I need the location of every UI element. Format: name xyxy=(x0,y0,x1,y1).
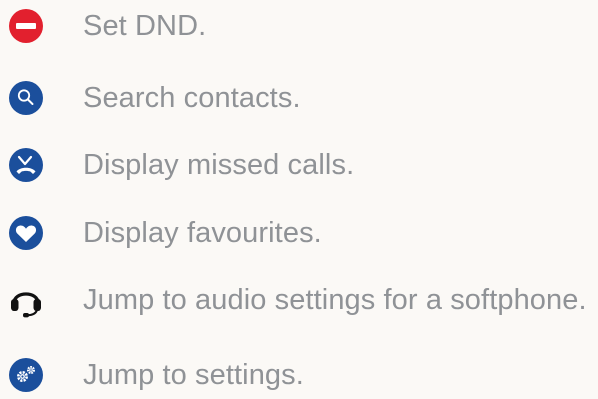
legend-row-search: Search contacts. xyxy=(0,74,598,122)
dnd-icon[interactable] xyxy=(8,8,44,44)
icon-legend: Set DND. Search contacts. Display missed… xyxy=(0,0,598,392)
legend-row-dnd: Set DND. xyxy=(0,2,598,50)
legend-label-audio-settings: Jump to audio settings for a softphone. xyxy=(83,284,587,316)
legend-row-audio-settings: Jump to audio settings for a softphone. xyxy=(0,276,598,324)
legend-label-favourites: Display favourites. xyxy=(83,217,322,249)
legend-label-dnd: Set DND. xyxy=(83,10,207,42)
heart-icon[interactable] xyxy=(8,215,44,251)
headset-icon[interactable] xyxy=(8,282,44,318)
legend-row-missed-calls: Display missed calls. xyxy=(0,141,598,189)
legend-row-favourites: Display favourites. xyxy=(0,209,598,257)
search-icon[interactable] xyxy=(8,80,44,116)
legend-label-settings: Jump to settings. xyxy=(83,359,304,391)
settings-gears-icon[interactable] xyxy=(8,357,44,393)
legend-label-missed-calls: Display missed calls. xyxy=(83,149,355,181)
missed-call-icon[interactable] xyxy=(8,147,44,183)
legend-label-search: Search contacts. xyxy=(83,82,301,114)
legend-row-settings: Jump to settings. xyxy=(0,351,598,399)
